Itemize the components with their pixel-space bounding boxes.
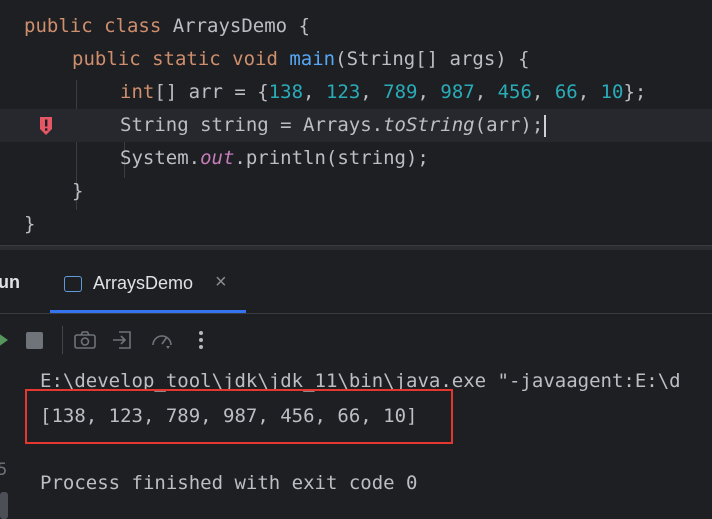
camera-icon[interactable] xyxy=(72,327,98,353)
statement-suffix: .println(string); xyxy=(234,147,429,169)
more-options-icon[interactable] xyxy=(188,327,214,353)
tab-label: ArraysDemo xyxy=(93,273,194,293)
code-line-current[interactable]: String string = Arrays.toString(arr); xyxy=(0,109,712,142)
code-line[interactable]: public class ArraysDemo { xyxy=(0,10,712,43)
console-exit-message: Process finished with exit code 0 xyxy=(40,472,418,494)
output-highlight-box xyxy=(25,389,453,444)
params: (String[] args) { xyxy=(335,48,530,70)
stop-icon[interactable] xyxy=(22,327,48,353)
close-icon[interactable]: × xyxy=(215,271,227,294)
number-literal: 66 xyxy=(554,81,578,103)
code-line[interactable]: System.out.println(string); xyxy=(0,142,712,175)
tab-arraysdemo[interactable]: ArraysDemo × xyxy=(50,260,246,313)
keyword: public static void xyxy=(72,48,278,70)
declaration-end: }; xyxy=(623,81,647,103)
closing-brace: } xyxy=(72,180,84,202)
code-line[interactable]: } xyxy=(0,175,712,208)
profiler-gauge-icon[interactable] xyxy=(149,327,175,353)
rerun-icon[interactable] xyxy=(0,327,20,353)
console-icon xyxy=(64,276,82,292)
static-field: out xyxy=(200,147,235,169)
scrollbar-thumb[interactable] xyxy=(0,492,8,519)
gutter-line-number: 5 xyxy=(0,460,8,480)
method-call: toString xyxy=(383,114,475,136)
run-tab-bar: un ArraysDemo × xyxy=(0,250,712,313)
text-caret xyxy=(544,114,547,137)
statement-suffix: (arr); xyxy=(474,114,544,136)
declaration: [] arr = { xyxy=(154,81,269,103)
keyword: public class xyxy=(24,15,162,37)
number-literal: 138 xyxy=(268,81,304,103)
run-tool-window: un ArraysDemo × 5 E:\develop_tool\jdk\jd… xyxy=(0,250,712,519)
statement-prefix: String string = Arrays. xyxy=(120,114,384,136)
class-name: ArraysDemo xyxy=(172,15,288,37)
code-line[interactable]: public static void main(String[] args) { xyxy=(0,43,712,76)
statement-prefix: System. xyxy=(120,147,201,169)
number-literal: 10 xyxy=(600,81,624,103)
number-literal: 987 xyxy=(440,81,475,103)
keyword: int xyxy=(120,81,155,103)
method-name: main xyxy=(289,48,336,70)
number-literal: 456 xyxy=(497,81,532,103)
error-icon[interactable] xyxy=(36,114,56,138)
console-gutter: 5 xyxy=(0,364,22,519)
code-line[interactable]: int[] arr = {138, 123, 789, 987, 456, 66… xyxy=(0,76,712,109)
exit-icon[interactable] xyxy=(110,327,136,353)
number-literal: 123 xyxy=(325,81,361,103)
closing-brace: } xyxy=(24,213,36,235)
toolbar-separator xyxy=(62,326,63,354)
number-literal: 789 xyxy=(383,81,418,103)
run-tool-window-title: un xyxy=(0,272,20,292)
run-toolbar xyxy=(0,313,712,364)
code-editor[interactable]: public class ArraysDemo { public static … xyxy=(0,0,712,245)
code-line[interactable]: } xyxy=(0,208,712,241)
brace: { xyxy=(298,15,311,37)
